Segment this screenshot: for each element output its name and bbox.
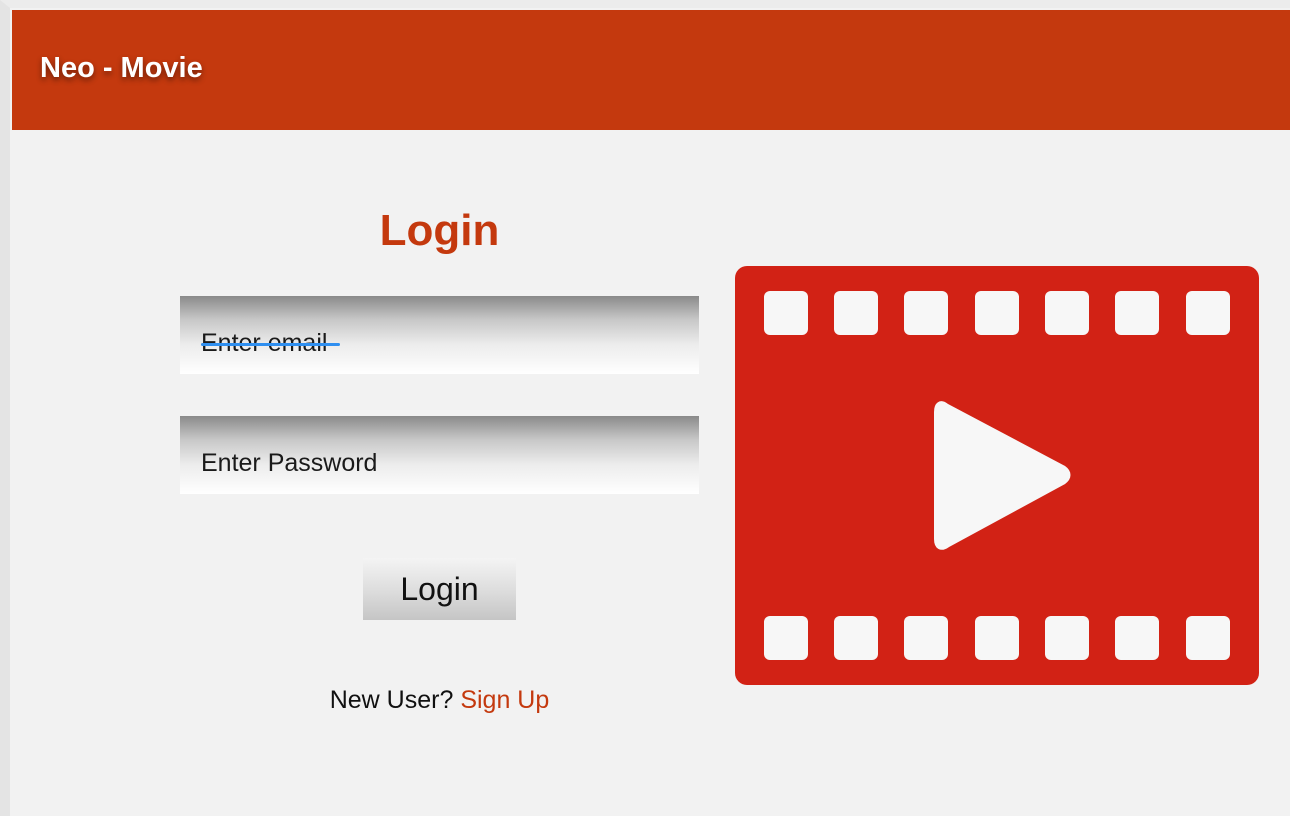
app-bar: Neo - Movie	[12, 10, 1290, 130]
email-field-container	[180, 296, 699, 374]
film-play-icon	[735, 266, 1259, 685]
email-focus-underline	[201, 343, 340, 346]
password-input[interactable]	[180, 416, 699, 494]
new-user-text: New User?	[329, 686, 454, 714]
signup-link[interactable]: Sign Up	[460, 686, 549, 714]
login-heading: Login	[379, 206, 500, 255]
login-button[interactable]: Login	[363, 558, 516, 620]
signup-prompt: New User? Sign Up	[180, 686, 699, 715]
email-input[interactable]	[180, 296, 699, 374]
password-field-container	[180, 416, 699, 494]
app-title: Neo - Movie	[40, 52, 203, 84]
